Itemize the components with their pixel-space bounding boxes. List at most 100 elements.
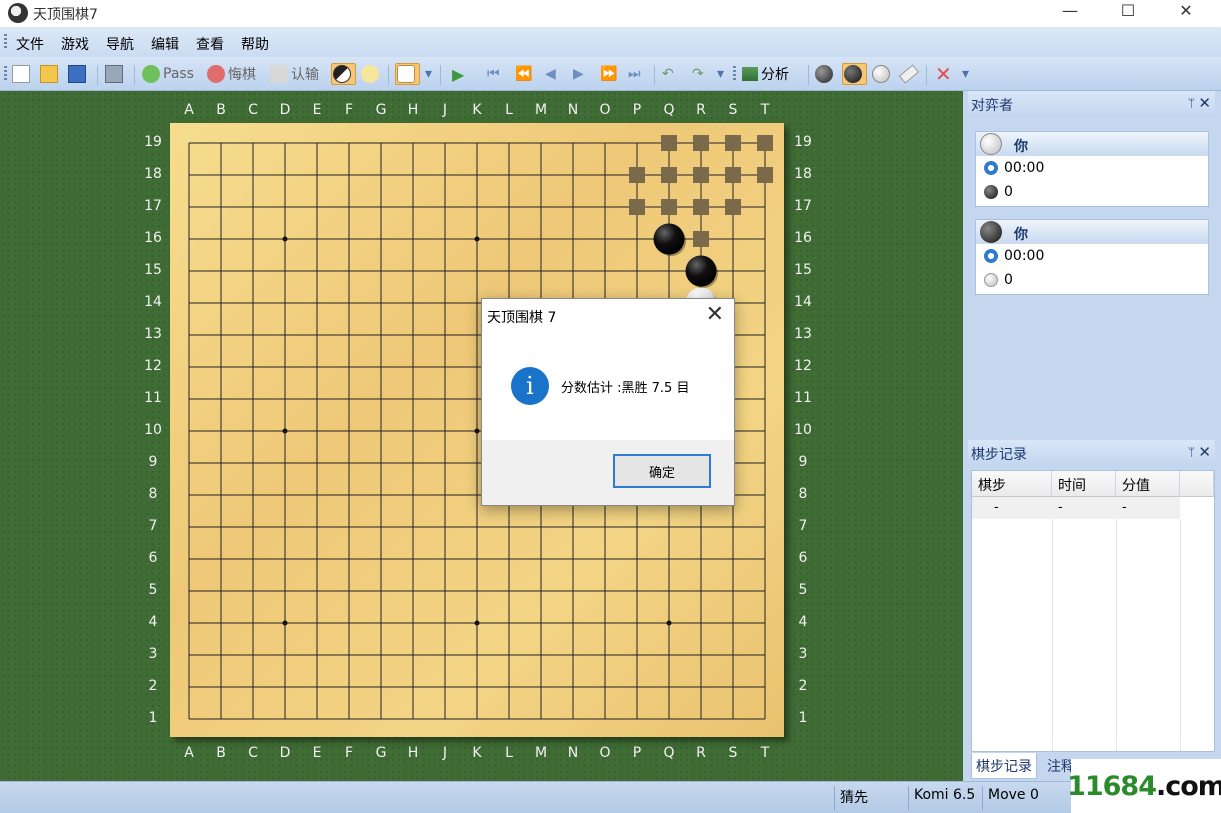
pin-icon[interactable]: ᛘ xyxy=(1188,445,1195,459)
column-header-time[interactable]: 时间 xyxy=(1052,471,1116,497)
menu-navigate[interactable]: 导航 xyxy=(106,34,134,54)
toolbar-separator xyxy=(926,65,927,85)
row-label: 11 xyxy=(794,390,812,406)
column-label: P xyxy=(632,745,642,761)
row-label: 2 xyxy=(798,678,808,694)
player-name: 你 xyxy=(1014,227,1028,243)
row-label: 5 xyxy=(798,582,808,598)
territory-marker xyxy=(629,199,645,215)
row-label: 19 xyxy=(794,134,812,150)
first-move-icon[interactable]: ⏮ xyxy=(487,63,500,85)
star-point xyxy=(474,620,480,626)
toolbar-grip[interactable] xyxy=(733,66,736,82)
info-icon: i xyxy=(511,367,549,405)
app-icon xyxy=(8,3,28,23)
pin-icon[interactable]: ᛘ xyxy=(1188,96,1195,110)
new-file-icon[interactable] xyxy=(12,63,33,85)
close-button[interactable]: ✕ xyxy=(1157,0,1215,24)
close-icon[interactable]: ✕ xyxy=(1198,443,1211,461)
last-move-icon[interactable]: ⏭ xyxy=(628,63,641,85)
black-stone xyxy=(685,255,717,287)
table-cell[interactable]: - xyxy=(972,497,1052,519)
menu-grip[interactable] xyxy=(4,34,7,50)
menu-edit[interactable]: 编辑 xyxy=(151,34,179,54)
column-label: O xyxy=(599,745,611,761)
column-label: F xyxy=(344,102,354,118)
fast-back-icon[interactable]: ⏪ xyxy=(515,63,532,85)
delete-icon[interactable]: ✕ xyxy=(935,62,952,86)
row-label: 9 xyxy=(798,454,808,470)
dialog-close-button[interactable]: ✕ xyxy=(706,302,724,327)
tea-cup-icon[interactable] xyxy=(395,63,420,85)
close-icon[interactable]: ✕ xyxy=(1198,94,1211,112)
territory-marker xyxy=(629,167,645,183)
white-stone-add-icon[interactable] xyxy=(872,63,893,85)
table-cell[interactable]: - xyxy=(1052,497,1116,519)
step-forward-icon[interactable]: ▶ xyxy=(573,63,584,85)
site-watermark: 11684 .com xyxy=(1067,759,1221,813)
stones-icon[interactable] xyxy=(815,63,836,85)
column-label: C xyxy=(248,102,258,118)
clock-icon xyxy=(984,249,998,263)
save-icon[interactable] xyxy=(68,63,89,85)
territory-marker xyxy=(757,167,773,183)
open-folder-icon[interactable] xyxy=(40,63,61,85)
row-label: 1 xyxy=(798,710,808,726)
menu-game[interactable]: 游戏 xyxy=(61,34,89,54)
column-label: T xyxy=(760,102,770,118)
toolbar-separator xyxy=(654,65,655,85)
fast-forward-icon[interactable]: ⏩ xyxy=(600,63,617,85)
column-header-score[interactable]: 分值 xyxy=(1116,471,1180,497)
row-label: 6 xyxy=(798,550,808,566)
eraser-icon[interactable] xyxy=(898,63,921,85)
table-cell[interactable]: - xyxy=(1116,497,1180,519)
resign-button[interactable]: 认输 xyxy=(270,63,319,85)
territory-marker xyxy=(661,135,677,151)
tab-moves[interactable]: 棋步记录 xyxy=(971,753,1037,779)
black-white-stone-icon xyxy=(333,65,351,83)
status-komi: Komi 6.5 xyxy=(914,787,976,803)
black-stone-icon[interactable] xyxy=(842,63,867,85)
column-header-move[interactable]: 棋步 xyxy=(972,471,1052,497)
toolbar-overflow-icon[interactable]: ▾ xyxy=(962,63,969,85)
territory-marker xyxy=(661,199,677,215)
players-panel-header: 对弈者 ᛘ ✕ xyxy=(968,91,1215,117)
menu-help[interactable]: 帮助 xyxy=(241,34,269,54)
menu-view[interactable]: 查看 xyxy=(196,34,224,54)
dialog-message: 分数估计 :黑胜 7.5 目 xyxy=(561,381,690,396)
analyze-button[interactable]: 分析 xyxy=(742,63,789,85)
row-label: 12 xyxy=(144,358,162,374)
undo-button[interactable]: 悔棋 xyxy=(207,63,256,85)
status-separator xyxy=(982,786,983,810)
toolbar-overflow-icon[interactable]: ▾ xyxy=(425,63,432,85)
star-point xyxy=(282,428,288,434)
row-label: 4 xyxy=(798,614,808,630)
step-back-icon[interactable]: ◀ xyxy=(545,63,556,85)
column-label: G xyxy=(375,745,387,761)
column-label: Q xyxy=(663,745,675,761)
toolbar-overflow-icon[interactable]: ▾ xyxy=(717,63,724,85)
column-label: B xyxy=(216,102,226,118)
row-label: 9 xyxy=(148,454,158,470)
column-label: B xyxy=(216,745,226,761)
star-point xyxy=(474,428,480,434)
play-icon[interactable]: ▶ xyxy=(452,63,464,85)
minimize-button[interactable]: — xyxy=(1041,0,1099,24)
column-label: H xyxy=(407,102,419,118)
row-label: 15 xyxy=(144,262,162,278)
ok-button[interactable]: 确定 xyxy=(613,454,711,488)
play-mode-button[interactable] xyxy=(331,63,356,85)
pass-button[interactable]: Pass xyxy=(142,63,194,85)
hint-bulb-icon[interactable] xyxy=(361,63,382,85)
player-header: 你 xyxy=(976,132,1208,156)
rotate-left-icon[interactable]: ↶ xyxy=(662,63,674,85)
maximize-button[interactable]: ☐ xyxy=(1099,0,1157,24)
territory-marker xyxy=(725,135,741,151)
players-panel-title: 对弈者 xyxy=(971,98,1013,114)
clock-icon xyxy=(984,161,998,175)
table-grid-line xyxy=(1180,519,1181,751)
menu-file[interactable]: 文件 xyxy=(16,34,44,54)
print-icon[interactable] xyxy=(105,63,126,85)
toolbar-grip[interactable] xyxy=(4,66,7,82)
rotate-right-icon[interactable]: ↷ xyxy=(692,63,704,85)
